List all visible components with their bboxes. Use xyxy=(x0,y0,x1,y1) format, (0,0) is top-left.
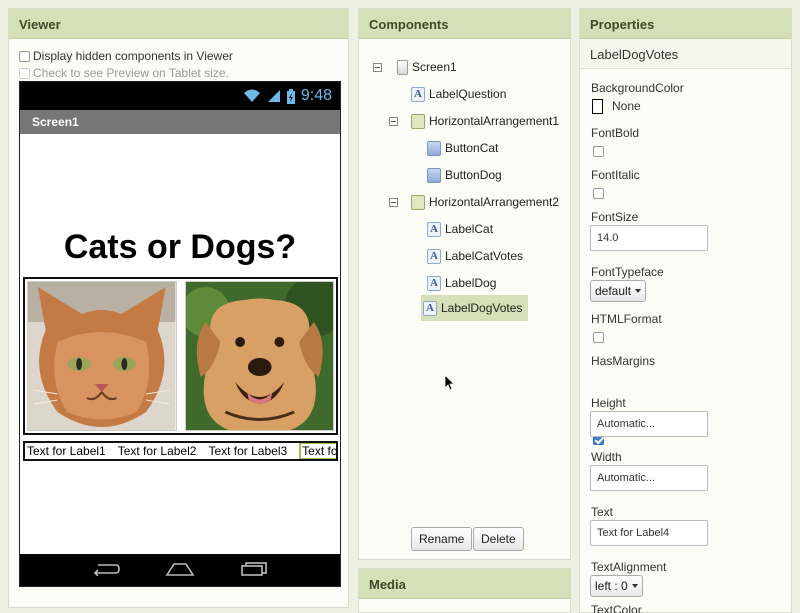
components-header: Components xyxy=(359,9,570,39)
text-label: Text xyxy=(591,505,614,519)
width-label: Width xyxy=(591,450,622,464)
battery-icon xyxy=(286,88,295,104)
font-bold-label: FontBold xyxy=(591,126,640,140)
tree-item-label: LabelDogVotes xyxy=(441,301,523,315)
chevron-down-icon xyxy=(631,584,638,588)
tree-item-screen1[interactable]: Screen1 xyxy=(397,57,457,77)
home-icon xyxy=(165,562,195,579)
viewer-header: Viewer xyxy=(9,9,348,39)
tree-item-label: LabelCatVotes xyxy=(445,249,524,263)
horizontal-arrangement2[interactable]: Text for Label1 Text for Label2 Text for… xyxy=(23,441,338,461)
tree-item-buttoncat[interactable]: ButtonCat xyxy=(427,138,498,158)
tree-item-label: HorizontalArrangement1 xyxy=(429,114,560,128)
font-typeface-value: default xyxy=(595,284,632,298)
rename-button[interactable]: Rename xyxy=(411,527,473,551)
text-input[interactable]: Text for Label4 xyxy=(590,520,708,546)
html-format-checkbox[interactable] xyxy=(593,332,604,343)
back-icon xyxy=(92,562,121,579)
tablet-preview-row[interactable]: Check to see Preview on Tablet size. xyxy=(19,66,229,80)
display-hidden-components-row[interactable]: Display hidden components in Viewer xyxy=(19,49,233,63)
horizontal-arrangement-icon xyxy=(411,194,425,210)
tree-item-labelcatvotes[interactable]: A LabelCatVotes xyxy=(427,246,523,266)
font-typeface-label: FontTypeface xyxy=(591,265,664,279)
button-icon xyxy=(427,167,441,183)
tree-item-label: LabelDog xyxy=(445,276,497,290)
chevron-down-icon xyxy=(635,289,642,293)
button-dog-image[interactable] xyxy=(184,281,334,431)
label-icon: A xyxy=(423,300,437,316)
has-margins-label: HasMargins xyxy=(591,354,656,368)
label-cat-votes[interactable]: Text for Label2 xyxy=(118,444,197,458)
tree-item-buttondog[interactable]: ButtonDog xyxy=(427,165,502,185)
tree-item-label: Screen1 xyxy=(412,60,457,74)
text-alignment-select[interactable]: left : 0 xyxy=(590,575,643,597)
properties-header: Properties xyxy=(580,9,791,39)
tree-item-label: LabelCat xyxy=(445,222,494,236)
tree-item-labelquestion[interactable]: A LabelQuestion xyxy=(411,84,506,104)
status-clock: 9:48 xyxy=(300,87,332,104)
tree-item-label: LabelQuestion xyxy=(429,87,507,101)
tree-item-label: HorizontalArrangement2 xyxy=(429,195,560,209)
tree-item-labeldog[interactable]: A LabelDog xyxy=(427,273,496,293)
recent-apps-icon xyxy=(240,561,268,579)
font-italic-label: FontItalic xyxy=(591,168,640,182)
screen-title-bar: Screen1 xyxy=(20,110,340,134)
tablet-preview-checkbox[interactable] xyxy=(19,67,30,79)
properties-panel: Properties LabelDogVotes BackgroundColor… xyxy=(579,8,792,613)
delete-button[interactable]: Delete xyxy=(473,527,524,551)
tree-item-labeldogvotes[interactable]: A LabelDogVotes xyxy=(421,295,529,321)
label-icon: A xyxy=(427,248,441,264)
horizontal-arrangement1[interactable] xyxy=(23,277,338,435)
width-input[interactable]: Automatic... xyxy=(590,465,708,491)
display-hidden-label: Display hidden components in Viewer xyxy=(33,49,233,63)
html-format-label: HTMLFormat xyxy=(591,312,662,326)
font-size-label: FontSize xyxy=(591,210,639,224)
tree-item-label: ButtonDog xyxy=(445,168,502,182)
background-color-swatch[interactable] xyxy=(592,99,603,114)
viewer-panel: Viewer Display hidden components in View… xyxy=(8,8,349,608)
font-italic-checkbox[interactable] xyxy=(593,188,604,199)
button-cat-image[interactable] xyxy=(27,281,177,431)
tablet-preview-label: Check to see Preview on Tablet size. xyxy=(33,66,229,80)
label-cat[interactable]: Text for Label1 xyxy=(27,444,106,458)
background-color-label: BackgroundColor xyxy=(591,81,684,95)
tree-item-horizontalarrangement2[interactable]: HorizontalArrangement2 xyxy=(411,192,559,212)
phone-status-bar: 9:48 xyxy=(20,82,340,110)
phone-preview: 9:48 Screen1 Cats or Dogs? Text for Labe… xyxy=(19,81,341,587)
signal-icon xyxy=(267,89,281,103)
media-panel: Media xyxy=(358,568,571,613)
label-icon: A xyxy=(427,221,441,237)
font-typeface-select[interactable]: default xyxy=(590,280,647,302)
font-bold-checkbox[interactable] xyxy=(593,146,604,157)
label-dog-votes[interactable]: Text for xyxy=(299,443,336,459)
selected-component-name: LabelDogVotes xyxy=(580,39,791,69)
label-question[interactable]: Cats or Dogs? xyxy=(20,228,340,267)
height-label: Height xyxy=(591,396,626,410)
text-alignment-label: TextAlignment xyxy=(591,560,667,574)
tree-item-horizontalarrangement1[interactable]: HorizontalArrangement1 xyxy=(411,111,559,131)
label-icon: A xyxy=(427,275,441,291)
font-size-input[interactable]: 14.0 xyxy=(590,225,708,251)
media-header: Media xyxy=(359,569,570,599)
tree-item-label: ButtonCat xyxy=(445,141,499,155)
button-icon xyxy=(427,140,441,156)
wifi-icon xyxy=(243,89,261,103)
tree-item-labelcat[interactable]: A LabelCat xyxy=(427,219,493,239)
mouse-cursor-icon xyxy=(444,374,455,394)
collapse-harr1-icon[interactable] xyxy=(389,117,398,126)
label-icon: A xyxy=(411,86,425,102)
label-dog[interactable]: Text for Label3 xyxy=(208,444,287,458)
screen-icon xyxy=(397,59,408,75)
height-input[interactable]: Automatic... xyxy=(590,411,708,437)
text-color-label: TextColor xyxy=(591,603,642,613)
components-panel: Components Screen1 A LabelQuestion Horiz… xyxy=(358,8,571,560)
display-hidden-checkbox[interactable] xyxy=(19,50,30,62)
phone-nav-bar xyxy=(20,554,340,586)
background-color-value[interactable]: None xyxy=(612,99,641,113)
text-alignment-value: left : 0 xyxy=(595,579,628,593)
horizontal-arrangement-icon xyxy=(411,113,425,129)
collapse-screen1-icon[interactable] xyxy=(373,63,382,72)
collapse-harr2-icon[interactable] xyxy=(389,198,398,207)
